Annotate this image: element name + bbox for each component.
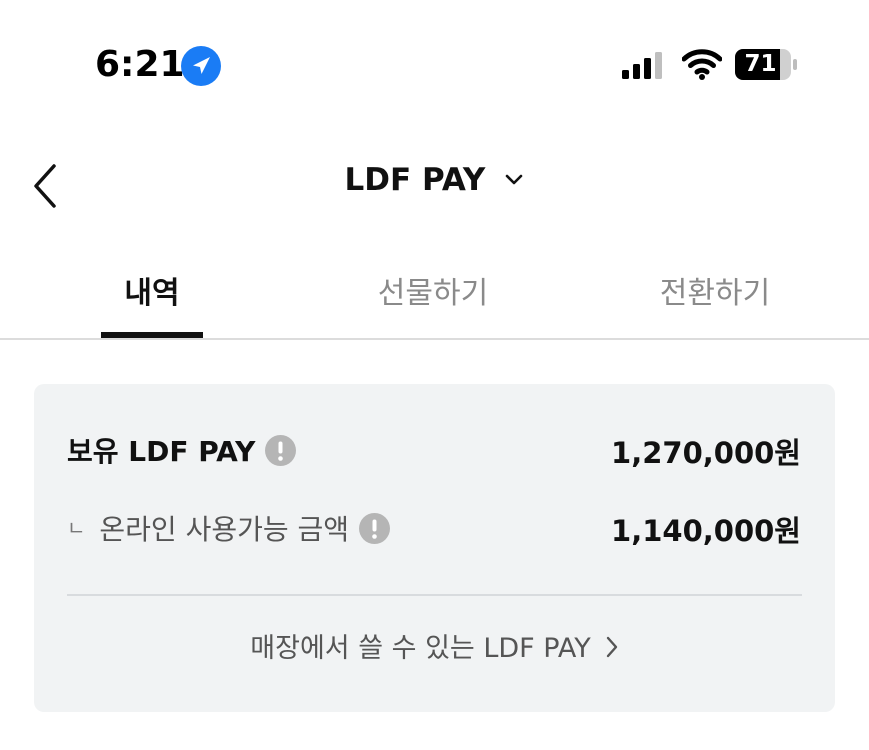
held-balance-label: 보유 LDF PAY	[67, 435, 256, 468]
balance-card: 보유 LDF PAY 1,270,000원 ㄴ 온라인 사용가능 금액 1,140…	[34, 384, 835, 712]
title-dropdown[interactable]: LDF PAY	[0, 162, 869, 198]
tab-convert[interactable]: 전환하기	[642, 268, 788, 312]
held-balance-label-group: 보유 LDF PAY	[67, 430, 297, 470]
online-balance-label: 온라인 사용가능 금액	[99, 513, 350, 546]
sub-item-marker: ㄴ	[67, 516, 86, 540]
store-ldf-pay-link[interactable]: 매장에서 쓸 수 있는 LDF PAY	[34, 626, 835, 665]
status-bar: 6:21 71	[0, 0, 869, 130]
online-balance-label-group: ㄴ 온라인 사용가능 금액	[67, 508, 391, 548]
active-tab-indicator	[101, 332, 203, 338]
tab-gift[interactable]: 선물하기	[360, 268, 506, 312]
tab-history[interactable]: 내역	[101, 268, 203, 312]
page-title: LDF PAY	[344, 162, 486, 198]
tab-bar: 내역 선물하기 전환하기	[0, 250, 869, 340]
nav-bar: LDF PAY	[0, 140, 869, 230]
info-icon[interactable]	[265, 434, 297, 466]
battery-level: 71	[744, 51, 777, 77]
chevron-right-icon	[606, 636, 617, 657]
wifi-icon	[682, 49, 722, 80]
store-link-label: 매장에서 쓸 수 있는 LDF PAY	[250, 633, 591, 664]
held-balance-value: 1,270,000원	[611, 436, 801, 470]
cellular-signal-icon	[622, 52, 662, 79]
location-arrow-icon	[181, 46, 221, 86]
chevron-down-icon	[506, 174, 523, 185]
online-balance-value: 1,140,000원	[611, 514, 801, 548]
divider	[67, 594, 802, 596]
status-time: 6:21	[95, 44, 185, 85]
info-icon[interactable]	[359, 512, 391, 544]
